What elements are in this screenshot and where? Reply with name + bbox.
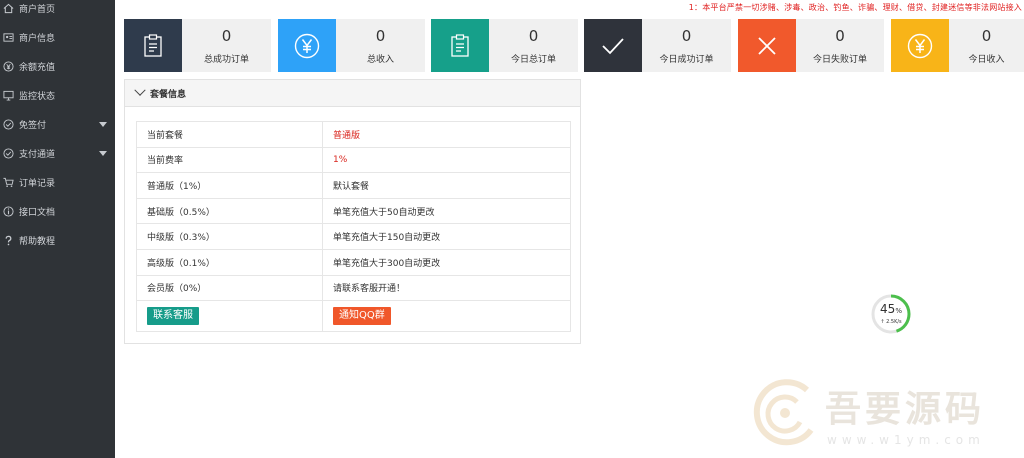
watermark: 吾要源码 www.w1ym.com	[745, 376, 1020, 456]
user-card-icon	[2, 32, 14, 44]
package-name: 高级版（0.1%）	[136, 248, 323, 276]
sidebar-item-label: 免签付	[19, 121, 47, 131]
check-icon	[584, 19, 642, 72]
stat-card-total-success: 0 总成功订单	[124, 19, 271, 72]
cart-icon	[2, 177, 14, 189]
stat-label: 今日总订单	[510, 55, 556, 65]
package-value: 单笔充值大于300自动更改	[322, 248, 571, 276]
package-value: 默认套餐	[322, 172, 571, 199]
network-speed-widget[interactable]: 45% ↑ 2.5K/s	[870, 293, 912, 335]
sidebar-item-help[interactable]: 帮助教程	[0, 226, 115, 255]
package-value: 普通版	[322, 121, 571, 148]
yen-icon	[891, 19, 949, 72]
table-row: 联系客服 通知QQ群	[136, 300, 571, 333]
package-panel: 套餐信息 当前套餐 普通版 当前费率 1% 普通版（1%） 默认套餐 基础版（0…	[124, 79, 581, 344]
table-row: 当前费率 1%	[136, 146, 571, 174]
sidebar-item-label: 订单记录	[19, 179, 56, 189]
stat-card-today-success: 0 今日成功订单	[584, 19, 731, 72]
table-row: 中级版（0.3%） 单笔充值大于150自动更改	[136, 223, 571, 250]
stat-value: 0	[835, 27, 845, 45]
sidebar-item-label: 帮助教程	[19, 237, 56, 247]
sidebar-item-merchant-info[interactable]: 商户信息	[0, 23, 115, 52]
package-value: 1%	[322, 146, 571, 174]
table-row: 当前套餐 普通版	[136, 121, 571, 148]
stat-card-today-income: 0 今日收入	[891, 19, 1024, 72]
clipboard-icon	[124, 19, 182, 72]
sidebar-item-monitor[interactable]: 监控状态	[0, 81, 115, 110]
check-circle-icon	[2, 119, 14, 131]
question-icon	[2, 235, 14, 247]
stat-label: 今日收入	[968, 55, 1005, 65]
sidebar-item-label: 支付通道	[19, 150, 56, 160]
contact-support-button[interactable]: 联系客服	[147, 307, 199, 326]
speed-percent: 45%	[870, 302, 912, 316]
table-row: 高级版（0.1%） 单笔充值大于300自动更改	[136, 248, 571, 276]
watermark-url: www.w1ym.com	[827, 433, 985, 447]
monitor-icon	[2, 90, 14, 102]
button-cell: 通知QQ群	[322, 300, 571, 333]
speed-percent-unit: %	[895, 307, 902, 315]
watermark-brand: 吾要源码	[825, 388, 986, 430]
package-name: 会员版（0%）	[136, 274, 323, 302]
stat-label: 总成功订单	[203, 55, 249, 65]
notice-banner: 1：本平台严禁一切涉赌、涉毒、政治、钓鱼、诈骗、理财、借贷、封建迷信等非法网站接…	[688, 3, 1022, 12]
sidebar-item-label: 接口文档	[19, 208, 56, 218]
sidebar-item-api-docs[interactable]: 接口文档	[0, 197, 115, 226]
sidebar-item-home[interactable]: 商户首页	[0, 0, 115, 23]
stat-value: 0	[221, 27, 232, 45]
button-cell: 联系客服	[136, 300, 323, 333]
speed-rate: ↑ 2.5K/s	[880, 319, 902, 325]
sidebar-item-label: 商户信息	[19, 34, 56, 44]
check-circle-icon	[2, 148, 14, 160]
chevron-down-icon	[99, 122, 107, 127]
stat-card-today-failed: 0 今日失败订单	[738, 19, 884, 72]
package-value: 单笔充值大于50自动更改	[322, 197, 571, 225]
watermark-logo-icon	[753, 379, 814, 446]
sidebar: 商户首页 商户信息 余额充值 监控状态 免签付 支付通道 订单记录 接口文档 帮…	[0, 0, 115, 458]
package-name: 普通版（1%）	[136, 172, 323, 199]
home-icon	[2, 3, 14, 15]
package-name: 中级版（0.3%）	[136, 223, 323, 250]
package-panel-title: 套餐信息	[150, 89, 187, 100]
sidebar-item-free-sign[interactable]: 免签付	[0, 110, 115, 139]
stat-value: 0	[681, 27, 692, 45]
yen-circle-icon	[2, 61, 14, 73]
stat-card-total-income: 0 总收入	[278, 19, 425, 72]
package-table: 当前套餐 普通版 当前费率 1% 普通版（1%） 默认套餐 基础版（0.5%） …	[136, 121, 571, 333]
chevron-down-icon	[99, 151, 107, 156]
package-value: 请联系客服开通！	[322, 274, 571, 302]
stat-card-today-total: 0 今日总订单	[431, 19, 578, 72]
package-name: 基础版（0.5%）	[136, 197, 323, 225]
stat-label: 今日失败订单	[812, 55, 867, 65]
stat-label: 总收入	[366, 55, 394, 65]
qq-group-button[interactable]: 通知QQ群	[333, 307, 391, 326]
table-row: 普通版（1%） 默认套餐	[136, 172, 571, 199]
sidebar-item-recharge[interactable]: 余额充值	[0, 52, 115, 81]
close-icon	[738, 19, 796, 72]
sidebar-item-label: 商户首页	[19, 5, 56, 15]
package-name: 当前费率	[136, 146, 323, 174]
table-row: 基础版（0.5%） 单笔充值大于50自动更改	[136, 197, 571, 225]
clipboard-icon	[431, 19, 489, 72]
sidebar-item-label: 监控状态	[19, 92, 56, 102]
sidebar-item-payment-channel[interactable]: 支付通道	[0, 139, 115, 168]
sidebar-item-label: 余额充值	[19, 63, 56, 73]
package-name: 当前套餐	[136, 121, 323, 148]
sidebar-item-orders[interactable]: 订单记录	[0, 168, 115, 197]
package-value: 单笔充值大于150自动更改	[322, 223, 571, 250]
yen-icon	[278, 19, 336, 72]
stat-label: 今日成功订单	[659, 55, 714, 65]
stat-value: 0	[375, 27, 386, 45]
chevron-down-icon[interactable]	[134, 84, 146, 96]
table-row: 会员版（0%） 请联系客服开通！	[136, 274, 571, 302]
stat-value: 0	[981, 27, 992, 45]
info-circle-icon	[2, 206, 14, 218]
speed-percent-value: 45	[880, 302, 896, 316]
package-panel-header[interactable]: 套餐信息	[125, 80, 580, 107]
stat-value: 0	[528, 27, 539, 45]
